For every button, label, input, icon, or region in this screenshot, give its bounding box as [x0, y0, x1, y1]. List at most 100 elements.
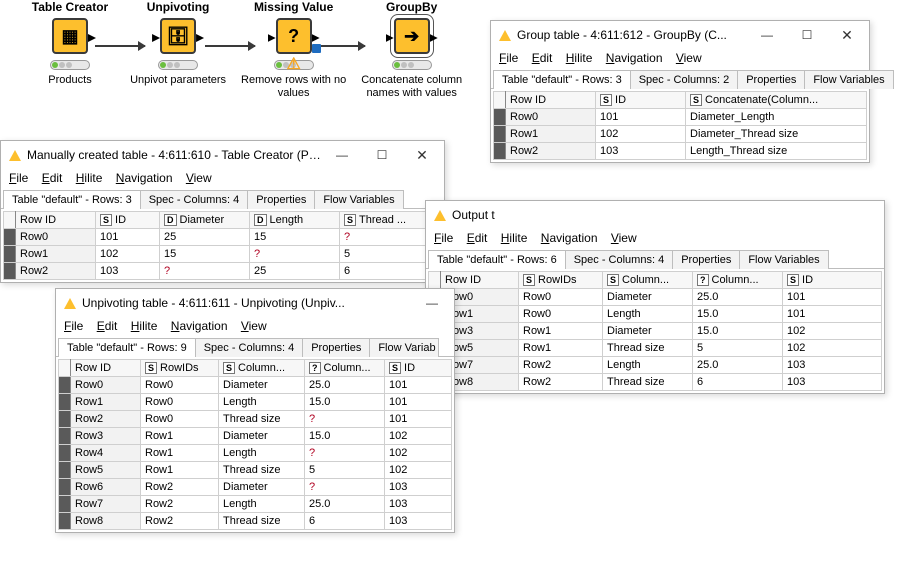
tab-flowvars[interactable]: Flow Variables: [314, 190, 403, 209]
cell[interactable]: 102: [385, 428, 452, 445]
cell[interactable]: Diameter: [219, 479, 305, 496]
cell[interactable]: 103: [96, 263, 160, 280]
cell[interactable]: Row1: [141, 428, 219, 445]
menu-view[interactable]: View: [241, 319, 267, 333]
cell[interactable]: 101: [783, 289, 882, 306]
row-handle[interactable]: [59, 445, 71, 462]
node-icon-missing-value[interactable]: ?: [276, 18, 312, 54]
row-handle[interactable]: [4, 263, 16, 280]
cell[interactable]: Diameter_Thread size: [686, 126, 867, 143]
cell[interactable]: ?: [305, 411, 385, 428]
tab-table[interactable]: Table "default" - Rows: 3: [493, 70, 631, 89]
col-rowid[interactable]: Row ID: [71, 360, 141, 377]
cell[interactable]: Row6: [71, 479, 141, 496]
cell[interactable]: Length_Thread size: [686, 143, 867, 160]
cell[interactable]: 102: [385, 462, 452, 479]
cell[interactable]: 25.0: [693, 357, 783, 374]
cell[interactable]: 101: [385, 377, 452, 394]
data-table[interactable]: Row ID SRowIDs SColumn... ?Column... SID…: [58, 359, 452, 530]
cell[interactable]: Thread size: [603, 340, 693, 357]
cell[interactable]: 101: [385, 411, 452, 428]
col-colval[interactable]: ?Column...: [305, 360, 385, 377]
cell[interactable]: Row2: [141, 479, 219, 496]
titlebar[interactable]: Group table - 4:611:612 - GroupBy (C... …: [491, 21, 869, 49]
col-length[interactable]: DLength: [250, 212, 340, 229]
tab-flowvars[interactable]: Flow Variab: [369, 338, 439, 357]
cell[interactable]: Diameter: [603, 289, 693, 306]
cell[interactable]: ?: [305, 445, 385, 462]
cell[interactable]: Thread size: [219, 513, 305, 530]
menu-hilite[interactable]: Hilite: [76, 171, 103, 185]
menu-edit[interactable]: Edit: [97, 319, 118, 333]
cell[interactable]: 101: [96, 229, 160, 246]
cell[interactable]: 102: [96, 246, 160, 263]
cell[interactable]: Diameter_Length: [686, 109, 867, 126]
row-handle[interactable]: [59, 496, 71, 513]
cell[interactable]: 15: [160, 246, 250, 263]
menu-navigation[interactable]: Navigation: [541, 231, 598, 245]
col-id[interactable]: SID: [385, 360, 452, 377]
cell[interactable]: Row1: [71, 394, 141, 411]
cell[interactable]: Row1: [506, 126, 596, 143]
menu-navigation[interactable]: Navigation: [116, 171, 173, 185]
tab-table[interactable]: Table "default" - Rows: 3: [3, 190, 141, 209]
cell[interactable]: Row1: [519, 340, 603, 357]
cell[interactable]: Thread size: [219, 462, 305, 479]
cell[interactable]: Row8: [71, 513, 141, 530]
col-id[interactable]: SID: [596, 92, 686, 109]
cell[interactable]: Thread size: [219, 411, 305, 428]
cell[interactable]: 101: [783, 306, 882, 323]
menu-file[interactable]: File: [434, 231, 453, 245]
col-rowid[interactable]: Row ID: [506, 92, 596, 109]
cell[interactable]: Row4: [71, 445, 141, 462]
tab-flowvars[interactable]: Flow Variables: [739, 250, 828, 269]
cell[interactable]: Row0: [141, 394, 219, 411]
col-colname[interactable]: SColumn...: [603, 272, 693, 289]
cell[interactable]: Row5: [71, 462, 141, 479]
close-button[interactable]: ✕: [402, 142, 442, 168]
tab-spec[interactable]: Spec - Columns: 4: [140, 190, 248, 209]
cell[interactable]: Row1: [16, 246, 96, 263]
cell[interactable]: Row2: [16, 263, 96, 280]
cell[interactable]: Row0: [519, 306, 603, 323]
cell[interactable]: Diameter: [603, 323, 693, 340]
cell[interactable]: 15.0: [305, 428, 385, 445]
cell[interactable]: Row2: [141, 496, 219, 513]
window-group-table[interactable]: Group table - 4:611:612 - GroupBy (C... …: [490, 20, 870, 163]
cell[interactable]: ?: [250, 246, 340, 263]
tab-spec[interactable]: Spec - Columns: 2: [630, 70, 738, 89]
col-id[interactable]: SID: [96, 212, 160, 229]
minimize-button[interactable]: —: [747, 22, 787, 48]
cell[interactable]: Diameter: [219, 428, 305, 445]
cell[interactable]: 101: [385, 394, 452, 411]
maximize-button[interactable]: ☐: [362, 142, 402, 168]
cell[interactable]: ?: [305, 479, 385, 496]
row-handle[interactable]: [59, 411, 71, 428]
window-manual-table[interactable]: Manually created table - 4:611:610 - Tab…: [0, 140, 445, 283]
cell[interactable]: 102: [783, 323, 882, 340]
cell[interactable]: Row0: [519, 289, 603, 306]
cell[interactable]: Length: [603, 357, 693, 374]
cell[interactable]: Row2: [506, 143, 596, 160]
cell[interactable]: Row2: [71, 411, 141, 428]
tab-spec[interactable]: Spec - Columns: 4: [565, 250, 673, 269]
col-rowids[interactable]: SRowIDs: [141, 360, 219, 377]
node-icon-unpivoting[interactable]: 🗄: [160, 18, 196, 54]
row-handle[interactable]: [59, 428, 71, 445]
row-handle[interactable]: [59, 394, 71, 411]
workflow-canvas[interactable]: Table Creator ▦ Products Unpivoting 🗄 Un…: [20, 0, 500, 150]
minimize-button[interactable]: —: [412, 290, 452, 316]
close-button[interactable]: ✕: [827, 22, 867, 48]
cell[interactable]: Thread size: [603, 374, 693, 391]
cell[interactable]: 103: [596, 143, 686, 160]
menu-file[interactable]: File: [64, 319, 83, 333]
cell[interactable]: 103: [385, 513, 452, 530]
window-unpivot[interactable]: Unpivoting table - 4:611:611 - Unpivotin…: [55, 288, 455, 533]
cell[interactable]: Row0: [16, 229, 96, 246]
menu-view[interactable]: View: [186, 171, 212, 185]
row-handle[interactable]: [4, 246, 16, 263]
cell[interactable]: 101: [596, 109, 686, 126]
cell[interactable]: Row2: [141, 513, 219, 530]
col-rowid[interactable]: Row ID: [16, 212, 96, 229]
cell[interactable]: Length: [219, 496, 305, 513]
